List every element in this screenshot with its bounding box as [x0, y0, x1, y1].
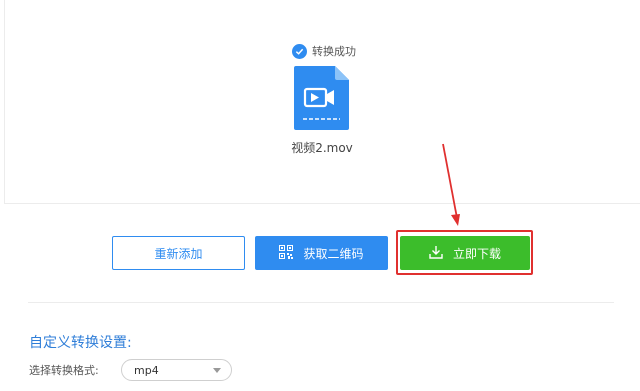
- format-label: 选择转换格式:: [29, 364, 99, 377]
- file-name: 视频2.mov: [291, 141, 353, 155]
- annotation-arrow: [436, 140, 466, 230]
- video-file-icon: [294, 66, 349, 130]
- caret-down-icon: [213, 367, 221, 373]
- readd-button[interactable]: 重新添加: [112, 236, 245, 270]
- settings-section-title: 自定义转换设置:: [29, 335, 132, 351]
- format-select[interactable]: mp4: [121, 359, 232, 381]
- download-now-button[interactable]: 立即下载: [400, 236, 530, 270]
- format-value: mp4: [134, 363, 159, 377]
- get-qr-code-button[interactable]: 获取二维码: [255, 236, 388, 270]
- download-label: 立即下载: [452, 246, 501, 261]
- qr-label: 获取二维码: [303, 246, 364, 261]
- conversion-status: 转换成功: [292, 42, 356, 60]
- status-text: 转换成功: [312, 45, 356, 58]
- qr-code-icon: [279, 244, 294, 262]
- check-circle-icon: [292, 43, 307, 59]
- readd-label: 重新添加: [154, 246, 203, 261]
- section-divider: [28, 302, 614, 303]
- download-icon: [429, 245, 443, 262]
